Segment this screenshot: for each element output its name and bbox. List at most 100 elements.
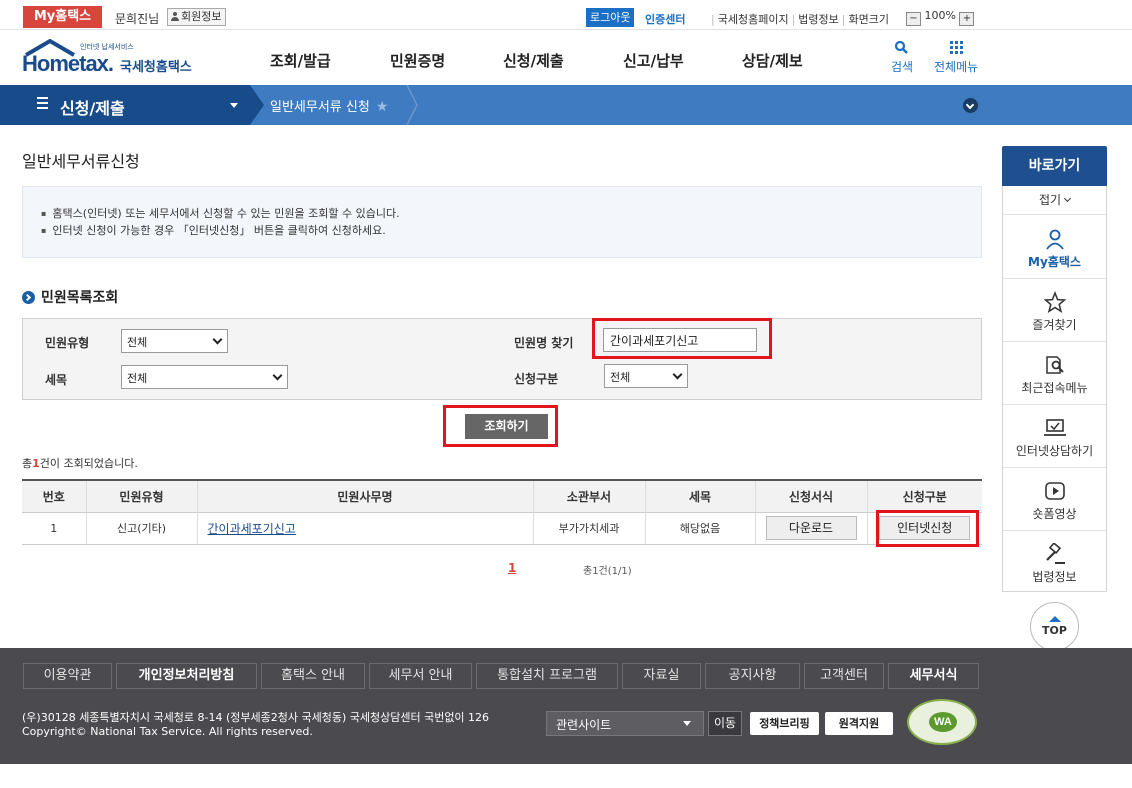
civil-list-table: 번호 민원유형 민원사무명 소관부서 세목 신청서식 신청구분 1 신고(기타)… [22,479,982,545]
quick-item-label: 법령정보 [1032,570,1077,584]
apply-type-select[interactable]: 전체 [604,364,688,388]
civil-type-select[interactable]: 전체 [121,329,228,353]
civil-name-link[interactable]: 간이과세포기신고 [208,522,296,536]
breadcrumb-separator [250,85,264,125]
civil-name-label: 민원명 찾기 [514,336,574,350]
highlight-internet-apply [876,510,979,547]
circle-arrow-icon [22,291,35,304]
laptop-check-icon [1043,419,1066,436]
tax-item-select[interactable]: 전체 [121,365,288,389]
fold-button[interactable]: 접기 [1003,186,1106,215]
related-sites-select[interactable]: 관련사이트 [546,711,704,736]
col-header: 소관부서 [532,480,645,513]
person-icon [171,12,179,21]
divider: | [841,13,846,26]
header: 인터넷 납세서비스 Hometax. 국세청홈택스 조회/발급 민원증명 신청/… [0,30,1132,85]
quick-online-consult[interactable]: 인터넷상담하기 [1003,405,1106,468]
user-name: 문희진님 [115,12,160,26]
quick-panel-title: 바로가기 [1002,146,1107,186]
logout-button[interactable]: 로그아웃 [586,8,635,27]
breadcrumb-label: 일반세무서류 신청 [270,100,370,115]
footer: 이용약관 개인정보처리방침 홈택스 안내 세무서 안내 통합설치 프로그램 자료… [0,648,1132,764]
hometax-logo[interactable]: 인터넷 납세서비스 Hometax. 국세청홈택스 [22,37,212,77]
section-heading: 민원목록조회 [22,287,118,307]
footer-install-link[interactable]: 통합설치 프로그램 [476,663,618,689]
info-line: 홈택스(인터넷) 또는 세무서에서 신청할 수 있는 민원을 조회할 수 있습니… [41,205,981,222]
footer-terms-link[interactable]: 이용약관 [23,663,112,689]
section-dropdown[interactable]: 신청/제출 [0,85,250,125]
cert-center-link[interactable]: 인증센터 [645,11,685,27]
policy-briefing-link[interactable]: 정책브리핑 [750,712,819,735]
col-header: 신청구분 [866,480,982,513]
civil-type-value: 전체 [127,336,148,349]
related-sites-label: 관련사이트 [556,718,612,732]
result-suffix: 건이 조회되었습니다. [39,457,138,470]
footer-hometax-guide-link[interactable]: 홈택스 안내 [261,663,365,689]
cell-tax: 해당없음 [644,512,755,545]
member-info-label: 회원정보 [181,10,222,23]
quick-my-hometax[interactable]: My홈택스 [1003,216,1106,279]
quick-panel: 접기 My홈택스 즐겨찾기 최근접속메뉴 인터넷상담하기 숏폼영상 법령정보 [1002,186,1107,592]
remote-support-button[interactable]: 원격지원 [825,712,893,735]
quick-favorites[interactable]: 즐겨찾기 [1003,279,1106,342]
search-button[interactable]: 검색 [891,40,913,75]
screen-size-label: 화면크기 [848,13,889,26]
page-number[interactable]: 1 [508,561,516,575]
law-info-link[interactable]: 법령정보 [798,13,838,26]
search-form: 민원유형 전체 세목 전체 민원명 찾기 간이과세포기신고 신청구분 전체 [22,318,982,400]
member-info-button[interactable]: 회원정보 [167,8,227,26]
nts-homepage-link[interactable]: 국세청홈페이지 [718,13,789,26]
page-title: 일반세무서류신청 [22,152,140,171]
table-row: 1 신고(기타) 간이과세포기신고 부가가치세과 해당없음 다운로드 인터넷신청 [22,512,982,545]
menu-consult-report[interactable]: 상담/제보 [742,50,803,71]
quick-item-label: 인터넷상담하기 [1015,444,1094,458]
all-menu-button[interactable]: 전체메뉴 [934,40,978,75]
footer-customer-center-link[interactable]: 고객센터 [804,663,884,689]
star-icon [1043,291,1066,313]
fold-label: 접기 [1038,193,1062,207]
quick-law-info[interactable]: 법령정보 [1003,531,1106,594]
web-accessibility-mark: WA [907,699,977,745]
col-header: 민원사무명 [196,480,533,513]
utility-bar: My홈택스 문희진님 회원정보 로그아웃 인증센터 | 국세청홈페이지 | 법령정보 |… [0,6,1132,30]
breadcrumb-current[interactable]: 일반세무서류 신청 ★ [270,96,388,115]
footer-privacy-link[interactable]: 개인정보처리방침 [116,663,257,689]
my-hometax-button[interactable]: My홈택스 [23,6,102,28]
search-icon [894,40,908,54]
scroll-top-button[interactable]: TOP [1030,602,1079,651]
footer-notice-link[interactable]: 공지사항 [705,663,800,689]
favorite-star-icon[interactable]: ★ [376,99,389,115]
tax-item-label: 세목 [45,373,68,387]
top-label: TOP [1042,624,1067,637]
zoom-out-button[interactable]: − [906,12,921,26]
grid-icon [950,41,964,54]
menu-inquiry-issue[interactable]: 조회/발급 [270,50,331,71]
quick-recent-menu[interactable]: 최근접속메뉴 [1003,342,1106,405]
cell-name: 간이과세포기신고 [196,512,533,545]
col-header: 신청서식 [754,480,867,513]
menu-apply-submit[interactable]: 신청/제출 [503,50,564,71]
quick-item-label: 최근접속메뉴 [1021,381,1088,395]
quick-shortform-video[interactable]: 숏폼영상 [1003,468,1106,531]
menu-report-pay[interactable]: 신고/납부 [623,50,684,71]
footer-tax-forms-link[interactable]: 세무서식 [888,663,979,689]
cell-no: 1 [22,512,86,545]
quick-item-label: 즐겨찾기 [1032,318,1077,332]
zoom-in-button[interactable]: + [959,12,975,26]
breadcrumb-chevron [406,85,418,125]
footer-tax-office-link[interactable]: 세무서 안내 [369,663,472,689]
section-title: 신청/제출 [60,99,125,118]
footer-archive-link[interactable]: 자료실 [622,663,701,689]
info-box: 홈택스(인터넷) 또는 세무서에서 신청할 수 있는 민원을 조회할 수 있습니… [22,186,982,258]
menu-civil-certificate[interactable]: 민원증명 [390,50,445,71]
document-search-icon [1045,356,1064,374]
go-button[interactable]: 이동 [708,711,742,736]
page-total: 총1건(1/1) [583,566,632,577]
hamburger-icon [37,97,48,112]
logo-wordmark: Hometax. [22,51,114,76]
cell-type: 신고(기타) [85,512,197,545]
download-button[interactable]: 다운로드 [765,516,857,540]
expand-circle-icon[interactable] [963,98,978,113]
zoom-level: 100% [924,9,956,22]
zoom-control: − 100% + [906,9,975,26]
